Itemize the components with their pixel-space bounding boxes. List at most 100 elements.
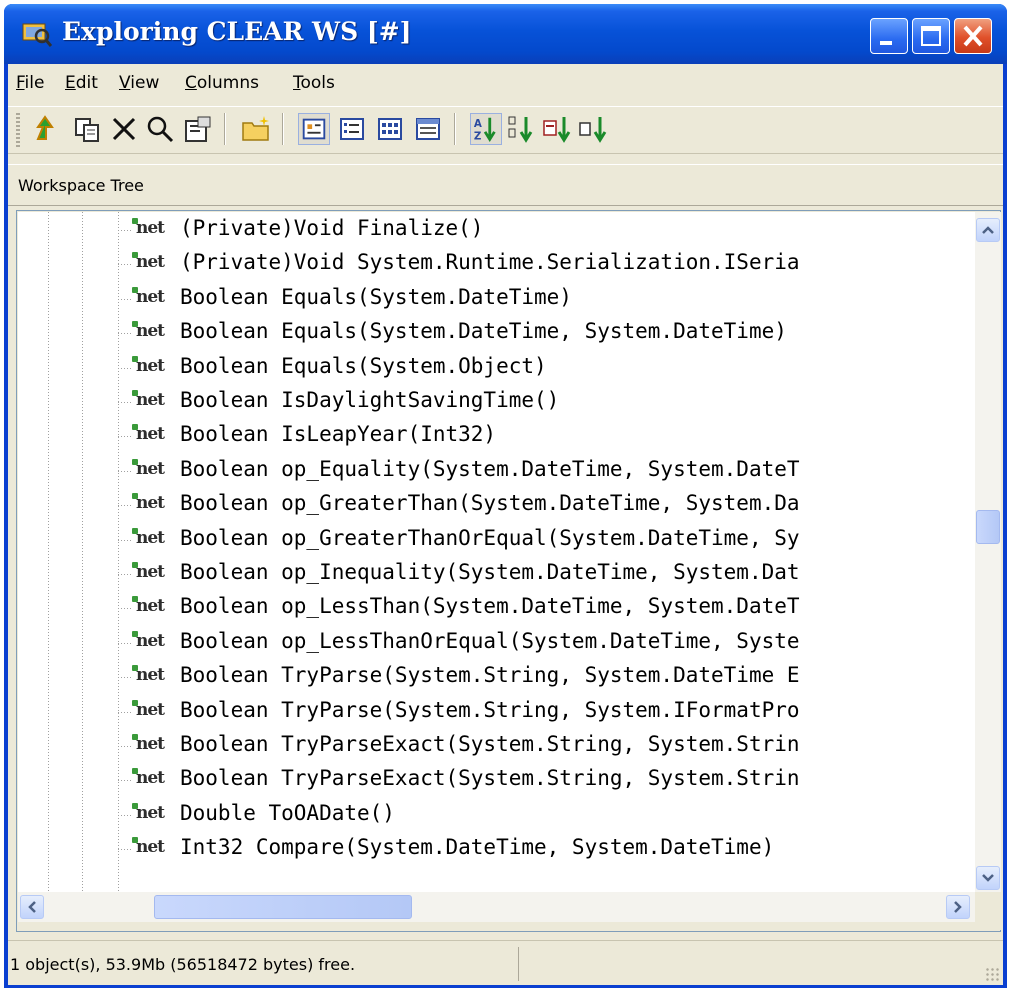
copy-icon[interactable] xyxy=(72,113,104,145)
method-signature: Boolean op_GreaterThanOrEqual(System.Dat… xyxy=(180,525,800,550)
tree-connector xyxy=(118,470,132,472)
menu-view-label: iew xyxy=(130,73,160,93)
new-folder-icon[interactable] xyxy=(240,113,272,145)
tree-connector xyxy=(118,711,132,713)
dotnet-method-icon: net xyxy=(132,699,166,724)
tree-row[interactable]: net Boolean Equals(System.Object) xyxy=(18,352,975,384)
toolbar-separator xyxy=(454,113,456,145)
delete-icon[interactable] xyxy=(108,113,140,145)
tree-row[interactable]: net Boolean op_LessThan(System.DateTime, … xyxy=(18,592,975,624)
scroll-right-button[interactable] xyxy=(946,895,970,919)
toolbar: AZ xyxy=(8,106,1003,154)
tree-row[interactable]: net Boolean IsDaylightSavingTime() xyxy=(18,386,975,418)
tree-connector xyxy=(118,402,132,403)
minimize-button[interactable] xyxy=(870,18,908,54)
menu-edit-label: dit xyxy=(75,73,98,93)
menu-tools-mnemonic: T xyxy=(293,73,301,93)
title-bar[interactable]: Exploring CLEAR WS [#] xyxy=(4,4,1007,64)
explorer-app-icon xyxy=(22,23,52,47)
tree-row[interactable]: net Boolean op_GreaterThanOrEqual(System.… xyxy=(18,524,975,556)
dotnet-icon-label: net xyxy=(136,665,165,686)
list-view-icon[interactable] xyxy=(374,113,406,145)
menu-file[interactable]: File xyxy=(16,73,44,93)
method-signature: Double ToOADate() xyxy=(180,800,395,825)
menu-view[interactable]: View xyxy=(119,73,159,93)
sort-ascending-icon[interactable]: AZ xyxy=(470,113,502,145)
toolbar-grip[interactable] xyxy=(16,113,20,147)
properties-icon[interactable] xyxy=(182,113,214,145)
tree-connector xyxy=(118,264,132,266)
status-pane-secondary xyxy=(522,947,992,981)
dotnet-icon-label: net xyxy=(136,630,165,651)
method-signature: Boolean TryParseExact(System.String, Sys… xyxy=(180,766,800,791)
small-icons-view-icon[interactable] xyxy=(336,113,368,145)
menu-file-mnemonic: F xyxy=(16,73,25,93)
horizontal-scroll-thumb[interactable] xyxy=(154,895,412,919)
dotnet-icon-label: net xyxy=(136,768,165,789)
chevron-down-icon xyxy=(982,874,994,882)
search-icon[interactable] xyxy=(144,113,176,145)
dotnet-method-icon: net xyxy=(132,837,166,861)
dotnet-icon-label: net xyxy=(136,390,165,410)
menu-tools[interactable]: Tools xyxy=(293,73,335,93)
vertical-scroll-thumb[interactable] xyxy=(976,510,1000,544)
tree-row[interactable]: net Int32 Compare(System.DateTime, System… xyxy=(18,833,975,865)
tree-connector xyxy=(118,574,132,575)
tree-row[interactable]: net Boolean Equals(System.DateTime) xyxy=(18,283,975,315)
method-signature: Boolean Equals(System.DateTime) xyxy=(180,284,572,309)
large-icons-view-icon[interactable] xyxy=(298,113,330,145)
dotnet-icon-label: net xyxy=(136,527,165,548)
close-button[interactable] xyxy=(954,18,992,54)
client-area: File Edit View Columns Tools AZ Workspac… xyxy=(8,64,1003,985)
tree-connector xyxy=(118,367,132,369)
tree-row[interactable]: net Boolean op_Inequality(System.DateTime… xyxy=(18,558,975,590)
tree-connector xyxy=(118,436,132,438)
details-view-icon[interactable] xyxy=(412,113,444,145)
dotnet-icon-label: net xyxy=(136,493,165,514)
sort-by-type-icon[interactable] xyxy=(506,113,538,145)
tree-row[interactable]: net Boolean TryParseExact(System.String, … xyxy=(18,730,975,762)
tree-row[interactable]: net Boolean Equals(System.DateTime, Syste… xyxy=(18,317,975,349)
dotnet-method-icon: net xyxy=(132,768,166,792)
scroll-down-button[interactable] xyxy=(976,866,1000,890)
method-signature: Boolean TryParseExact(System.String, Sys… xyxy=(180,732,800,756)
tree-row[interactable]: net Boolean IsLeapYear(Int32) xyxy=(18,420,975,452)
method-signature: Int32 Compare(System.DateTime, System.Da… xyxy=(180,835,775,860)
dotnet-method-icon: net xyxy=(132,458,166,483)
horizontal-scrollbar[interactable] xyxy=(18,892,975,922)
scroll-left-button[interactable] xyxy=(20,895,44,919)
tree-row[interactable]: net (Private)Void System.Runtime.Serializ… xyxy=(18,248,975,280)
dotnet-method-icon: net xyxy=(132,596,166,620)
sort-by-size-icon[interactable] xyxy=(542,113,574,145)
method-signature: Boolean IsDaylightSavingTime() xyxy=(180,388,560,412)
vertical-scrollbar[interactable] xyxy=(975,212,1001,930)
tree-row[interactable]: net (Private)Void Finalize() xyxy=(18,214,975,246)
method-signature: (Private)Void Finalize() xyxy=(180,216,484,240)
method-signature: Boolean Equals(System.DateTime, System.D… xyxy=(180,319,787,344)
tree-row[interactable]: net Boolean op_Equality(System.DateTime, … xyxy=(18,455,975,487)
tree-row[interactable]: net Boolean op_GreaterThan(System.DateTim… xyxy=(18,489,975,521)
workspace-tree[interactable]: net (Private)Void Finalize() net (Private)V… xyxy=(18,212,975,892)
dotnet-method-icon: net xyxy=(132,493,166,517)
menu-columns[interactable]: Columns xyxy=(185,73,259,93)
sort-by-date-icon[interactable] xyxy=(578,113,610,145)
status-text: 1 object(s), 53.9Mb (56518472 bytes) fre… xyxy=(10,955,356,974)
tree-row[interactable]: net Boolean op_LessThanOrEqual(System.Dat… xyxy=(18,627,975,659)
tree-row[interactable]: net Boolean TryParse(System.String, Syste… xyxy=(18,696,975,728)
panel-title: Workspace Tree xyxy=(18,176,144,195)
dotnet-icon-label: net xyxy=(136,734,165,754)
tree-row[interactable]: net Boolean TryParseExact(System.String, … xyxy=(18,764,975,796)
tree-row[interactable]: net Double ToOADate() xyxy=(18,799,975,831)
up-folder-icon[interactable] xyxy=(32,113,64,145)
dotnet-method-icon: net xyxy=(132,321,166,345)
tree-connector xyxy=(118,230,132,231)
tree-row[interactable]: net Boolean TryParse(System.String, Syste… xyxy=(18,661,975,693)
menu-edit[interactable]: Edit xyxy=(65,73,98,93)
scroll-up-button[interactable] xyxy=(976,218,1000,242)
dotnet-icon-label: net xyxy=(136,218,165,238)
method-signature: (Private)Void System.Runtime.Serializati… xyxy=(180,250,800,275)
maximize-button[interactable] xyxy=(912,18,950,54)
chevron-up-icon xyxy=(982,226,994,234)
menu-columns-label: olumns xyxy=(196,73,259,93)
resize-grip[interactable] xyxy=(985,967,1001,983)
